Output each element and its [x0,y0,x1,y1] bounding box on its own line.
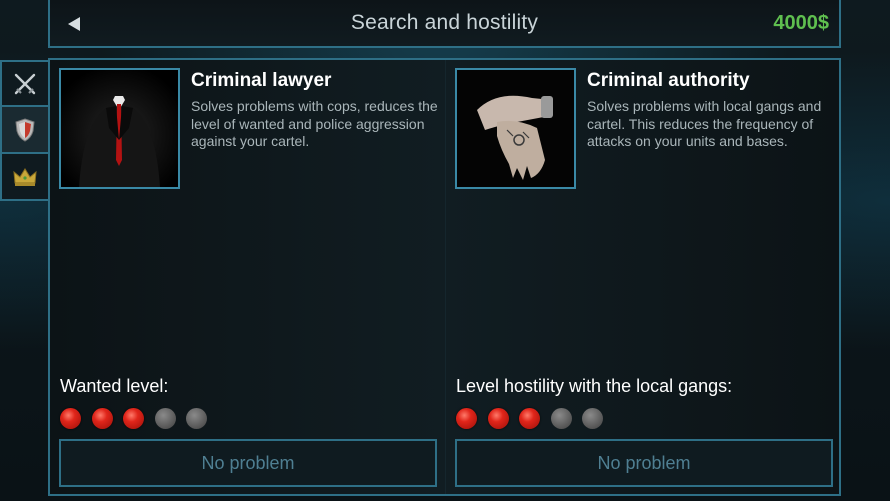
level-dot-empty [582,408,603,429]
level-dot-empty [154,408,176,429]
level-dot-filled [60,408,81,429]
top-bar: Search and hostility 4000$ [48,0,841,48]
tab-combat[interactable] [0,60,48,107]
lawyer-portrait [59,68,180,189]
level-dot-empty [186,408,207,429]
tab-security[interactable] [0,107,48,154]
level-dot-filled [123,408,144,429]
level-dot-filled [91,408,113,429]
crossed-swords-icon [14,73,36,94]
lawyer-status-button[interactable]: No problem [59,439,437,487]
authority-card: Criminal authority Solves problems with … [446,60,842,494]
hostility-level-label: Level hostility with the local gangs: [456,376,733,396]
wanted-level-dots [60,408,218,429]
card-title: Criminal lawyer [191,70,332,91]
card-description: Solves problems with cops, reduces the l… [191,98,438,149]
content-area: Criminal lawyer Solves problems with cop… [48,58,841,496]
authority-status-button[interactable]: No problem [455,439,833,487]
card-description: Solves problems with local gangs and car… [587,98,822,149]
crown-icon [13,167,37,186]
suit-man-image [61,70,178,187]
level-dot-filled [519,408,540,429]
page-title: Search and hostility [350,11,539,34]
tab-crown[interactable] [0,154,48,201]
level-dot-filled [456,408,477,429]
game-screen: Search and hostility 4000$ Criminal lawy… [0,0,890,501]
level-dot-empty [550,408,572,429]
lawyer-card: Criminal lawyer Solves problems with cop… [50,60,446,494]
money-counter: 4000$ [773,12,829,34]
side-tabs [0,60,48,201]
shield-icon [15,117,35,142]
card-title: Criminal authority [587,70,750,91]
authority-portrait [455,68,576,189]
level-dot-filled [487,408,509,429]
tattooed-hands-image [457,70,574,187]
hostility-level-dots [456,408,614,429]
wanted-level-label: Wanted level: [60,376,169,396]
